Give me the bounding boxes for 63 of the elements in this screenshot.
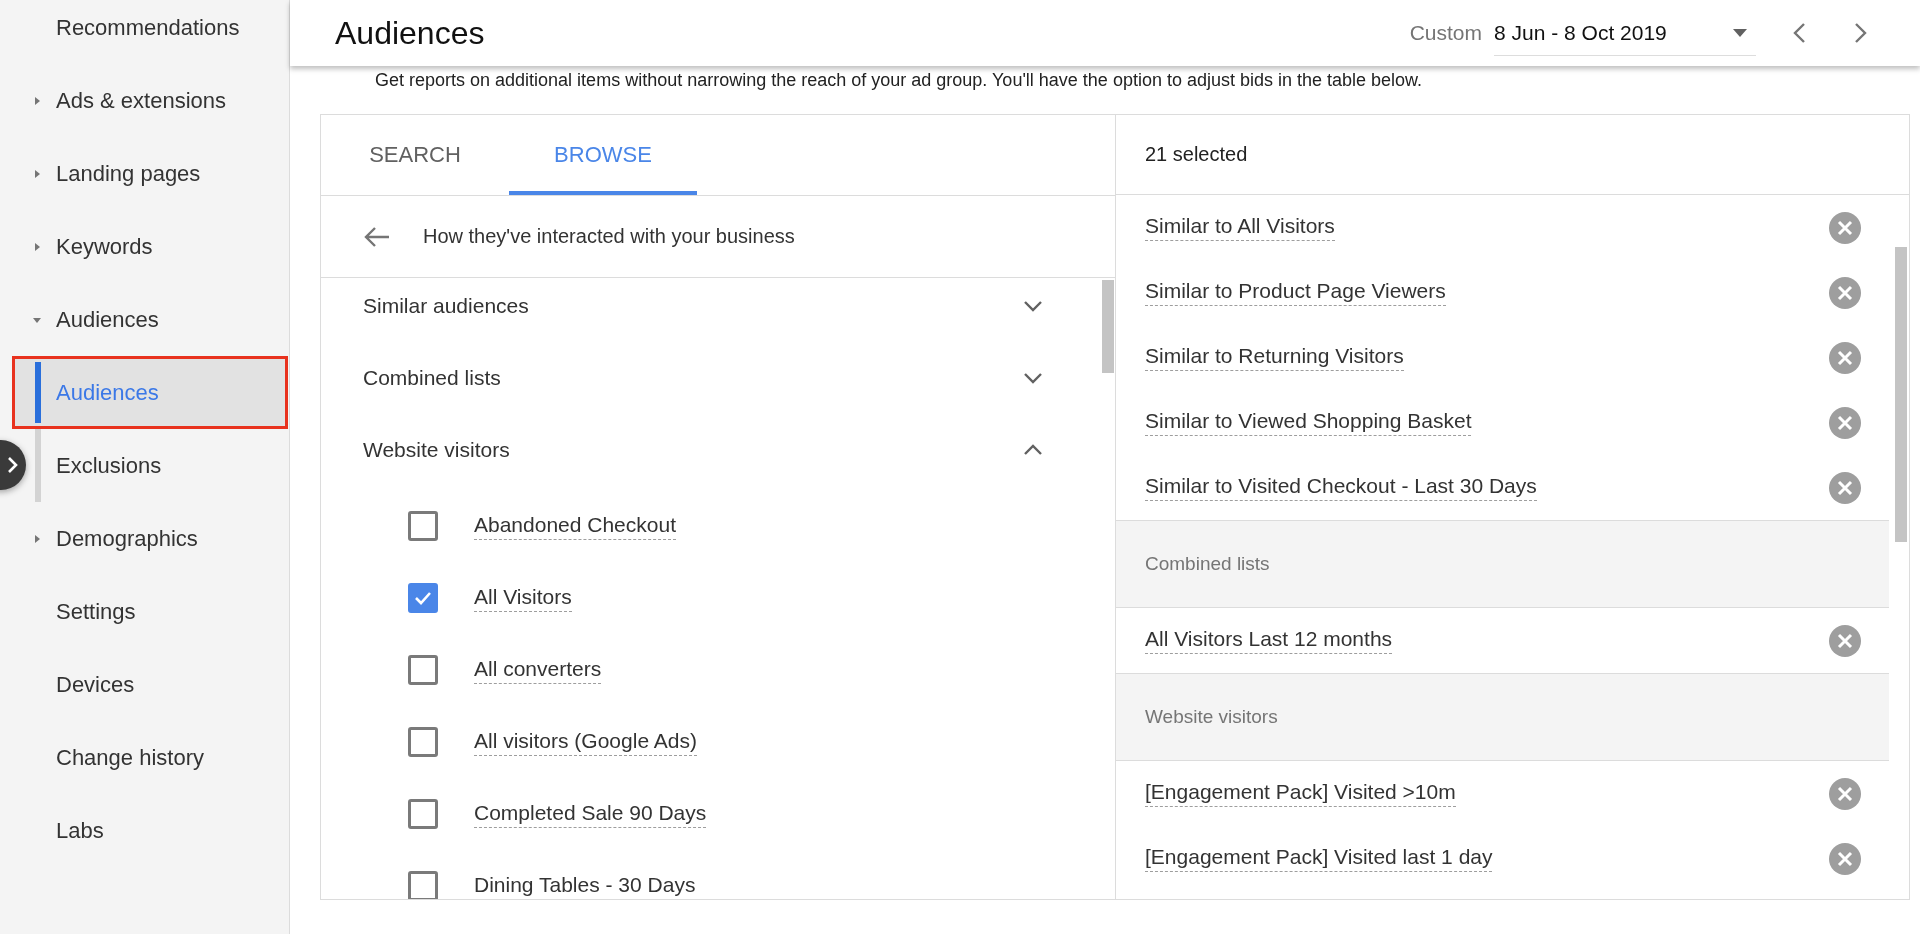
sidebar-item[interactable]: Landing pages xyxy=(0,137,289,210)
category-row[interactable]: Similar audiences xyxy=(321,278,1095,342)
sidebar-item[interactable]: Devices xyxy=(0,648,289,721)
remove-icon[interactable] xyxy=(1829,471,1861,504)
breadcrumb-text: How they've interacted with your business xyxy=(423,225,795,248)
tab[interactable]: SEARCH xyxy=(321,115,509,195)
option-label: All Visitors xyxy=(474,584,572,612)
option-label: Abandoned Checkout xyxy=(474,512,676,540)
selected-audience: Similar to Product Page Viewers xyxy=(1145,279,1446,306)
remove-icon[interactable] xyxy=(1829,276,1861,309)
option-label: Dining Tables - 30 Days xyxy=(474,872,696,899)
remove-icon[interactable] xyxy=(1829,842,1861,875)
chevron-icon xyxy=(1023,444,1043,456)
checkbox[interactable] xyxy=(408,583,438,613)
triangle-icon xyxy=(32,95,42,106)
remove-icon[interactable] xyxy=(1829,624,1861,657)
checkbox[interactable] xyxy=(408,727,438,757)
dropdown-arrow-icon xyxy=(1732,27,1748,38)
category-row[interactable]: Website visitors xyxy=(321,414,1095,486)
sidebar-item[interactable]: Ads & extensions xyxy=(0,64,289,137)
date-range-label: Custom xyxy=(1409,21,1482,45)
selected-audience: All Visitors Last 12 months xyxy=(1145,627,1393,654)
selected-audience: Similar to Viewed Shopping Basket xyxy=(1145,409,1472,436)
scrollbar-thumb[interactable] xyxy=(1895,247,1907,542)
description-text: Get reports on additional items without narrowing the reach of your ad group. You'll have the option to adjust bids in the table below. xyxy=(374,69,1424,92)
selected-audience: Similar to All Visitors xyxy=(1145,214,1335,241)
selected-audience: Similar to Returning Visitors xyxy=(1145,344,1404,371)
checkbox[interactable] xyxy=(408,511,438,541)
selected-audience: Similar to Visited Checkout - Last 30 Days xyxy=(1145,474,1537,501)
chevron-icon xyxy=(1023,372,1043,384)
triangle-icon xyxy=(32,168,42,179)
page-title: Audiences xyxy=(335,14,485,52)
remove-icon[interactable] xyxy=(1829,777,1861,810)
sidebar-item[interactable]: Audiences xyxy=(0,283,289,356)
sidebar-item[interactable]: Demographics xyxy=(0,502,289,575)
remove-icon[interactable] xyxy=(1829,211,1861,244)
sidebar-subitem[interactable]: Exclusions xyxy=(30,429,288,502)
option-label: Completed Sale 90 Days xyxy=(474,800,707,828)
remove-icon[interactable] xyxy=(1829,341,1861,374)
sidebar-item[interactable]: Recommendations xyxy=(0,0,289,64)
option-label: All visitors (Google Ads) xyxy=(474,728,697,756)
scrollbar-thumb[interactable] xyxy=(1102,280,1114,373)
remove-icon[interactable] xyxy=(1829,406,1861,439)
checkbox[interactable] xyxy=(408,871,438,899)
tab[interactable]: BROWSE xyxy=(509,115,697,195)
sidebar-item[interactable]: Labs xyxy=(0,794,289,867)
date-range-dropdown[interactable]: 8 Jun - 8 Oct 2019 xyxy=(1494,10,1756,56)
sidebar-item[interactable]: Settings xyxy=(0,575,289,648)
checkbox[interactable] xyxy=(408,799,438,829)
category-row[interactable]: Combined lists xyxy=(321,342,1095,414)
triangle-icon xyxy=(32,241,42,252)
group-heading: Combined lists xyxy=(1116,520,1889,608)
chevron-icon xyxy=(1023,300,1043,312)
group-heading: Website visitors xyxy=(1116,673,1889,761)
option-label: All converters xyxy=(474,656,602,684)
selected-count: 21 selected xyxy=(1116,115,1909,195)
triangle-icon xyxy=(32,533,42,544)
back-arrow-icon[interactable] xyxy=(363,224,391,249)
selected-audience: [Engagement Pack] Visited last 1 day xyxy=(1145,845,1493,872)
sidebar-item[interactable]: Change history xyxy=(0,721,289,794)
selected-audience: [Engagement Pack] Visited >10m xyxy=(1145,780,1456,807)
sidebar-item[interactable]: Keywords xyxy=(0,210,289,283)
checkbox[interactable] xyxy=(408,655,438,685)
